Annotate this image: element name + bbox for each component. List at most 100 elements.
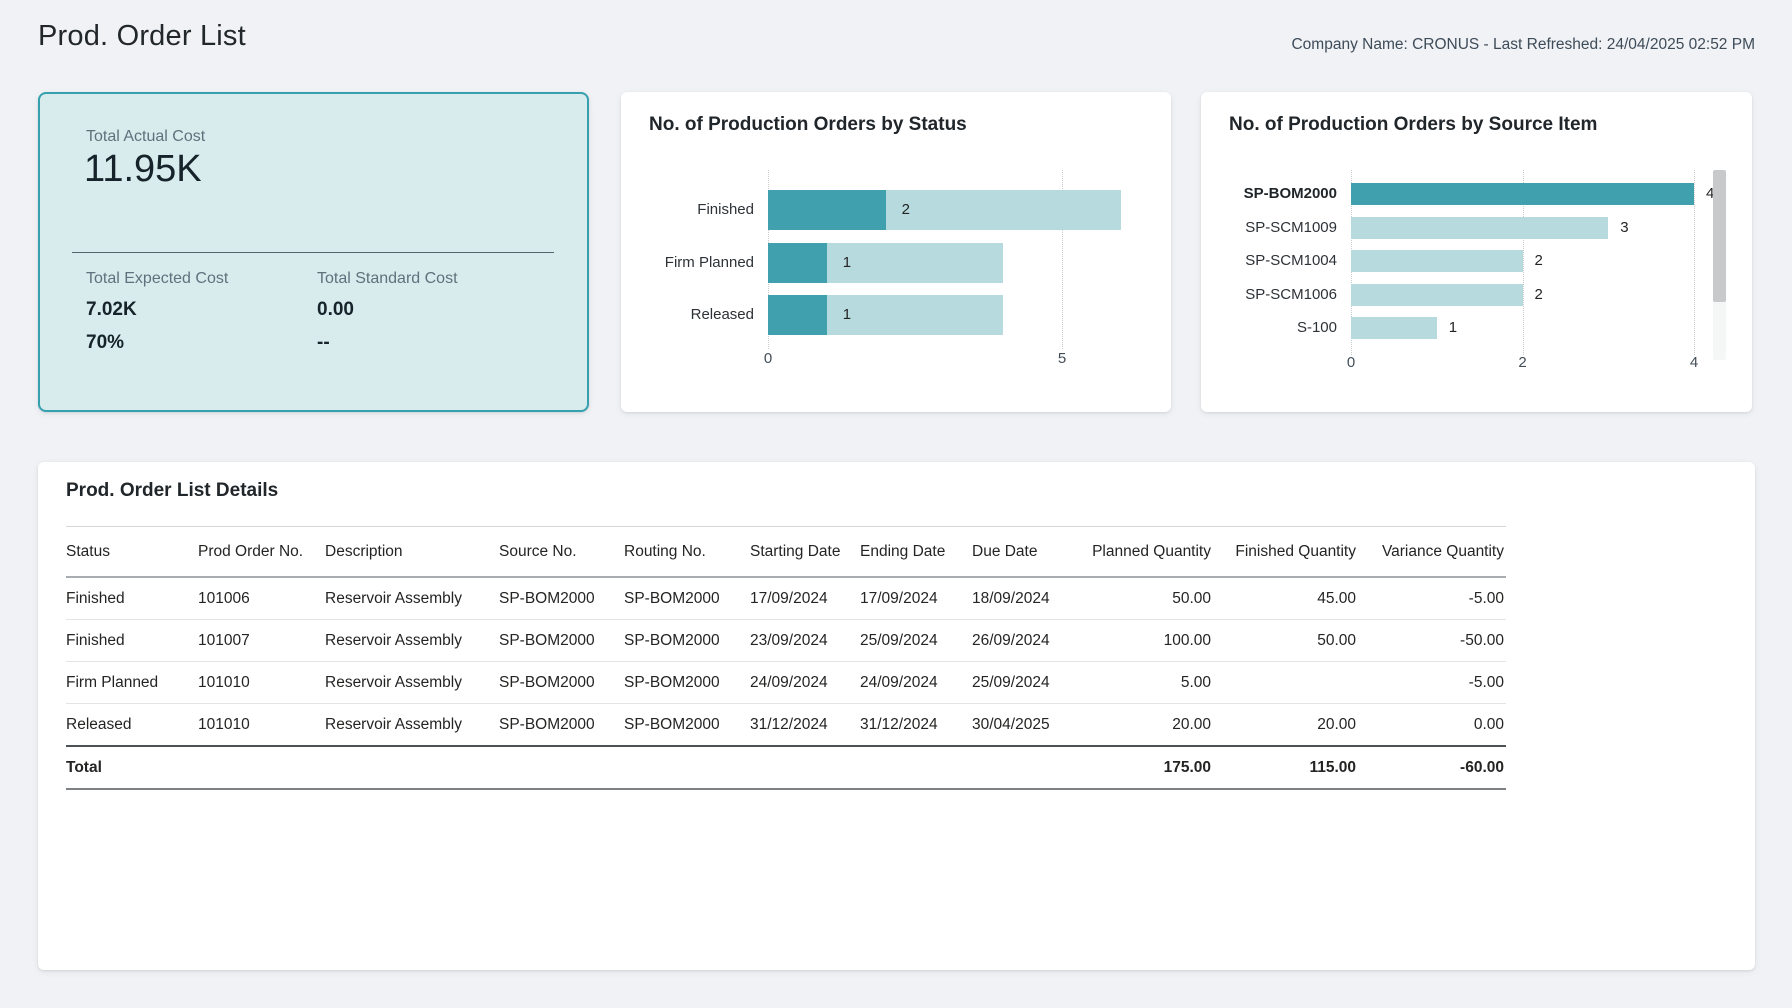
kpi-primary-label: Total Actual Cost — [86, 128, 205, 146]
table-title: Prod. Order List Details — [66, 480, 278, 502]
company-refresh-info: Company Name: CRONUS - Last Refreshed: 2… — [1291, 36, 1755, 54]
table-cell: Released — [66, 704, 198, 747]
bar[interactable] — [1351, 183, 1694, 205]
chart-plot: 05Finished2Firm Planned1Released1 — [621, 92, 1171, 412]
bar[interactable] — [1351, 250, 1523, 272]
chart-orders-by-status: No. of Production Orders by Status 05Fin… — [621, 92, 1171, 412]
column-header[interactable]: Routing No. — [624, 527, 750, 578]
prod-order-details-card: Prod. Order List Details StatusProd Orde… — [38, 462, 1755, 970]
column-header[interactable]: Description — [325, 527, 499, 578]
total-cell: -60.00 — [1358, 746, 1506, 789]
table-cell: 25/09/2024 — [860, 620, 972, 662]
bar-value-label: 3 — [1620, 217, 1628, 239]
category-label: S-100 — [1201, 317, 1337, 339]
axis-tick-label: 4 — [1690, 354, 1698, 371]
table-row[interactable]: Firm Planned101010Reservoir AssemblySP-B… — [66, 662, 1506, 704]
table-cell: SP-BOM2000 — [499, 620, 624, 662]
bar-value-label: 2 — [1535, 250, 1543, 272]
bar-value-label: 2 — [902, 190, 910, 230]
table-cell: Finished — [66, 620, 198, 662]
table-cell: 31/12/2024 — [750, 704, 860, 747]
table-cell: 20.00 — [1078, 704, 1213, 747]
bar[interactable] — [1351, 217, 1608, 239]
kpi-standard-cost-block: Total Standard Cost 0.00 -- — [317, 270, 458, 354]
category-label: SP-BOM2000 — [1201, 183, 1337, 205]
kpi-primary-value: 11.95K — [84, 148, 202, 191]
kpi-secondary-subvalue: 70% — [86, 332, 228, 354]
kpi-expected-cost-block: Total Expected Cost 7.02K 70% — [86, 270, 228, 354]
chart-scrollbar[interactable] — [1713, 170, 1726, 360]
divider — [72, 252, 554, 253]
table-cell: 26/09/2024 — [972, 620, 1078, 662]
table-cell: Finished — [66, 577, 198, 620]
total-cell — [972, 746, 1078, 789]
table-cell: 31/12/2024 — [860, 704, 972, 747]
table-row[interactable]: Finished101007Reservoir AssemblySP-BOM20… — [66, 620, 1506, 662]
table-cell: 100.00 — [1078, 620, 1213, 662]
table-cell: -5.00 — [1358, 662, 1506, 704]
column-header[interactable]: Finished Quantity — [1213, 527, 1358, 578]
bar[interactable] — [1351, 317, 1437, 339]
bar-value-label: 1 — [843, 243, 851, 283]
category-label: SP-SCM1006 — [1201, 284, 1337, 306]
axis-tick-label: 2 — [1518, 354, 1526, 371]
column-header[interactable]: Status — [66, 527, 198, 578]
bar-value-label: 1 — [1449, 317, 1457, 339]
table-cell: 50.00 — [1213, 620, 1358, 662]
column-header[interactable]: Ending Date — [860, 527, 972, 578]
table-cell: Reservoir Assembly — [325, 662, 499, 704]
kpi-secondary-subvalue: -- — [317, 332, 458, 354]
table-cell: 30/04/2025 — [972, 704, 1078, 747]
column-header[interactable]: Prod Order No. — [198, 527, 325, 578]
table-cell: 0.00 — [1358, 704, 1506, 747]
page-title: Prod. Order List — [38, 20, 246, 53]
bar[interactable] — [1351, 284, 1523, 306]
scrollbar-thumb[interactable] — [1713, 170, 1726, 302]
category-label: Released — [621, 295, 754, 335]
table-cell: SP-BOM2000 — [499, 662, 624, 704]
table-cell: -50.00 — [1358, 620, 1506, 662]
category-label: Finished — [621, 190, 754, 230]
table-cell: 17/09/2024 — [750, 577, 860, 620]
kpi-secondary-label: Total Expected Cost — [86, 270, 228, 288]
chart-orders-by-source-item: No. of Production Orders by Source Item … — [1201, 92, 1752, 412]
column-header[interactable]: Variance Quantity — [1358, 527, 1506, 578]
table-cell: 20.00 — [1213, 704, 1358, 747]
table-cell: SP-BOM2000 — [624, 704, 750, 747]
chart-plot: 024SP-BOM20004SP-SCM10093SP-SCM10042SP-S… — [1201, 92, 1752, 412]
table-cell: Reservoir Assembly — [325, 577, 499, 620]
total-cell: 115.00 — [1213, 746, 1358, 789]
details-table: StatusProd Order No.DescriptionSource No… — [66, 526, 1506, 790]
column-header[interactable]: Source No. — [499, 527, 624, 578]
total-cell — [750, 746, 860, 789]
total-cell — [624, 746, 750, 789]
table-cell: 24/09/2024 — [860, 662, 972, 704]
table-cell: 101010 — [198, 662, 325, 704]
bar[interactable] — [768, 243, 827, 283]
axis-tick-label: 0 — [764, 350, 772, 367]
table-cell: Firm Planned — [66, 662, 198, 704]
kpi-card-total-actual-cost: Total Actual Cost 11.95K Total Expected … — [38, 92, 589, 412]
table-cell: 23/09/2024 — [750, 620, 860, 662]
column-header[interactable]: Planned Quantity — [1078, 527, 1213, 578]
total-cell: 175.00 — [1078, 746, 1213, 789]
bar[interactable] — [768, 295, 827, 335]
category-label: SP-SCM1004 — [1201, 250, 1337, 272]
table-row[interactable]: Released101010Reservoir AssemblySP-BOM20… — [66, 704, 1506, 747]
table-row[interactable]: Finished101006Reservoir AssemblySP-BOM20… — [66, 577, 1506, 620]
column-header[interactable]: Due Date — [972, 527, 1078, 578]
kpi-secondary-value: 0.00 — [317, 299, 458, 321]
table-cell — [1213, 662, 1358, 704]
dashboard: Prod. Order List Company Name: CRONUS - … — [0, 0, 1792, 1008]
table-cell: -5.00 — [1358, 577, 1506, 620]
table-cell: 24/09/2024 — [750, 662, 860, 704]
total-cell — [325, 746, 499, 789]
bar[interactable] — [768, 190, 886, 230]
axis-tick-label: 0 — [1347, 354, 1355, 371]
total-cell — [198, 746, 325, 789]
table-cell: SP-BOM2000 — [624, 577, 750, 620]
table-cell: 45.00 — [1213, 577, 1358, 620]
total-cell — [860, 746, 972, 789]
column-header[interactable]: Starting Date — [750, 527, 860, 578]
axis-tick-label: 5 — [1058, 350, 1066, 367]
